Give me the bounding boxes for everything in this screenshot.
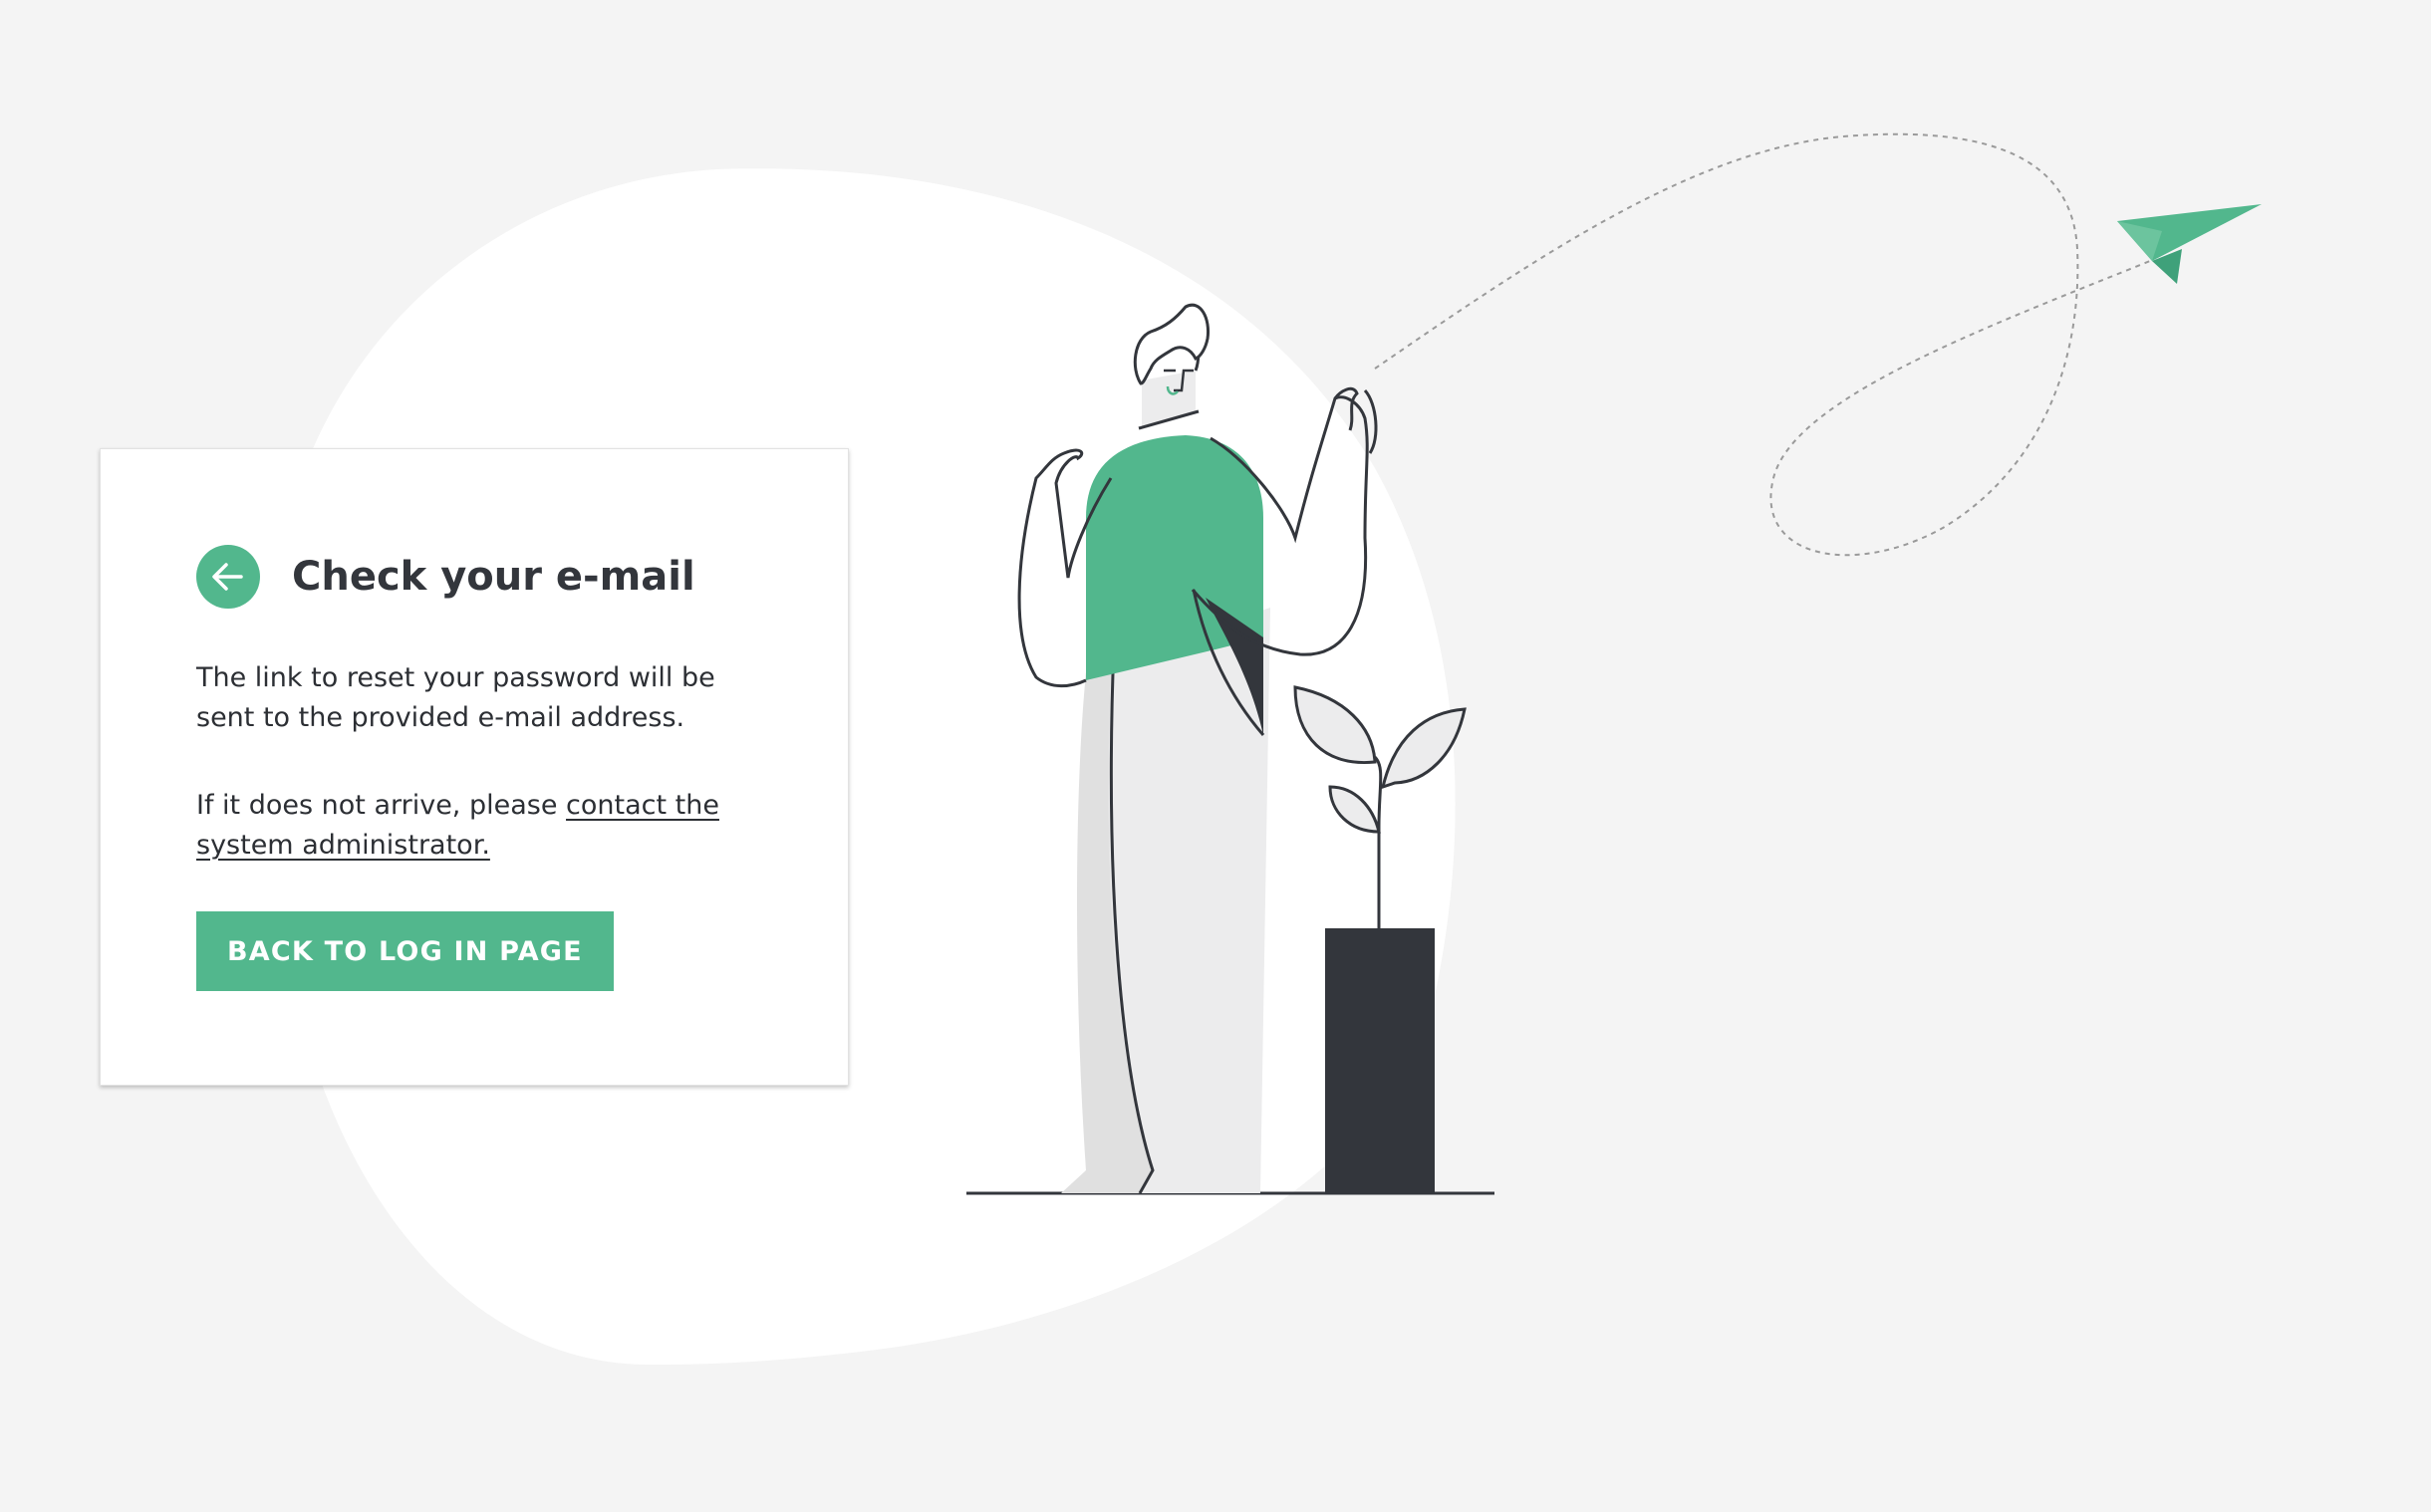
reset-message: The link to reset your password will be …	[196, 662, 715, 733]
back-to-login-button[interactable]: BACK TO LOG IN PAGE	[196, 911, 614, 991]
card-header: Check your e-mail	[196, 545, 695, 609]
arrow-left-icon	[212, 563, 243, 591]
help-prefix: If it does not arrive, please	[196, 790, 567, 821]
flight-path	[1374, 132, 2151, 557]
paper-plane-icon	[2117, 204, 2262, 284]
back-button[interactable]	[196, 545, 260, 609]
page-title: Check your e-mail	[292, 554, 695, 600]
reset-confirmation-card: Check your e-mail The link to reset your…	[100, 448, 849, 1086]
page: Check your e-mail The link to reset your…	[0, 0, 2431, 1512]
help-text: If it does not arrive, please contact th…	[196, 786, 774, 866]
